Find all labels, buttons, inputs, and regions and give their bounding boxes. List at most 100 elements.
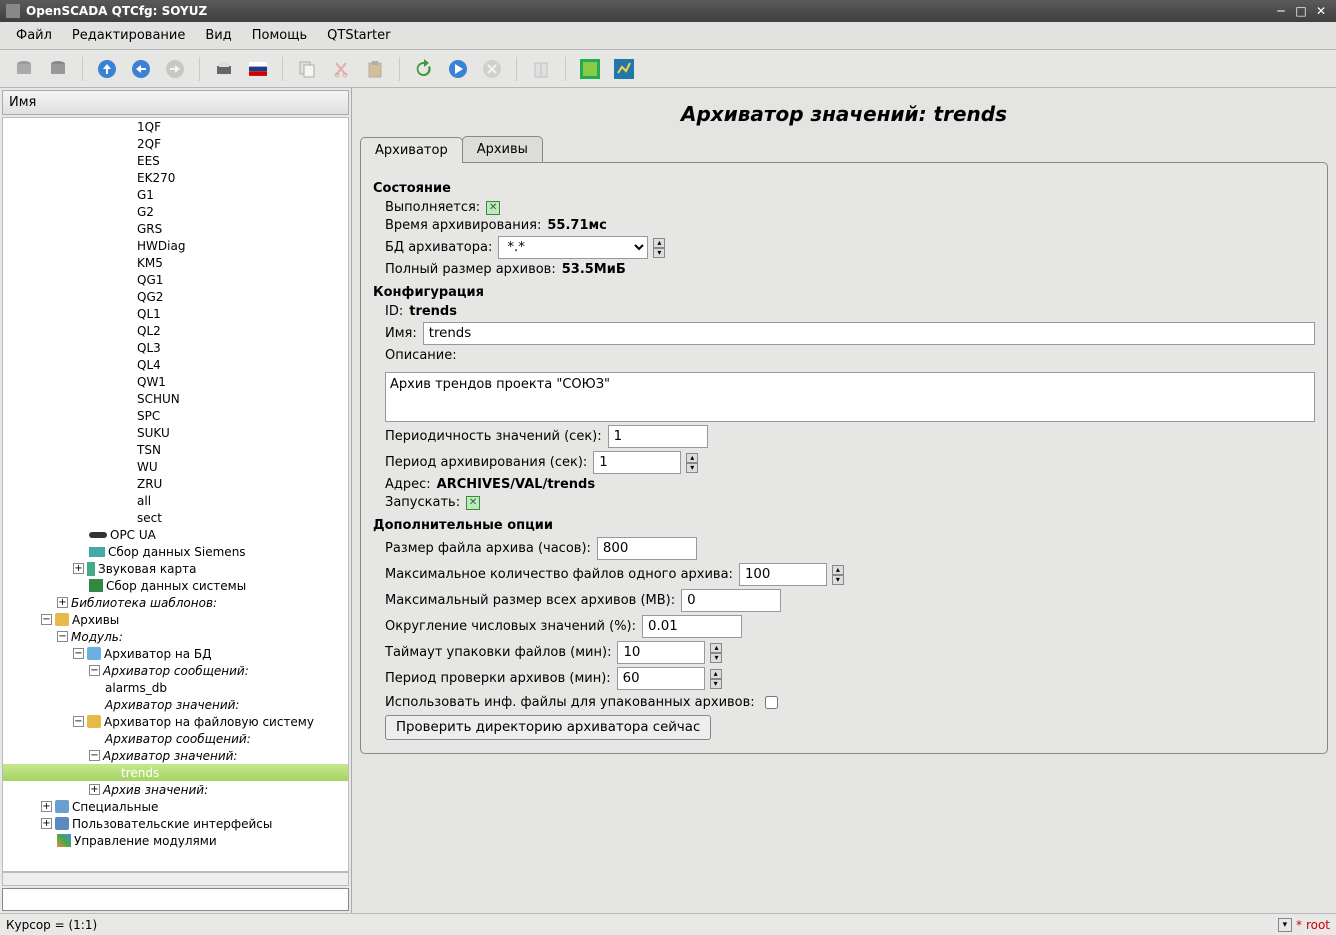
- tree-item[interactable]: GRS: [3, 220, 348, 237]
- menu-view[interactable]: Вид: [197, 25, 239, 46]
- menu-help[interactable]: Помощь: [244, 25, 315, 46]
- useinfo-checkbox[interactable]: [765, 696, 778, 709]
- pt-down[interactable]: ▾: [710, 653, 722, 663]
- tree-item[interactable]: −Архиватор значений:: [3, 747, 348, 764]
- maxfiles-input[interactable]: [739, 563, 827, 586]
- tree-item[interactable]: Архиватор сообщений:: [3, 730, 348, 747]
- tb-db2-icon[interactable]: [44, 55, 72, 83]
- start-checkbox[interactable]: ✕: [466, 496, 480, 510]
- tree-item[interactable]: Архиватор значений:: [3, 696, 348, 713]
- tree-item[interactable]: +Библиотека шаблонов:: [3, 594, 348, 611]
- tree-item[interactable]: alarms_db: [3, 679, 348, 696]
- tb-flag-icon[interactable]: [244, 55, 272, 83]
- tree-item[interactable]: HWDiag: [3, 237, 348, 254]
- menu-file[interactable]: Файл: [8, 25, 60, 46]
- menu-qtstarter[interactable]: QTStarter: [319, 25, 398, 46]
- db-up[interactable]: ▴: [653, 238, 665, 248]
- mf-up[interactable]: ▴: [832, 565, 844, 575]
- tree-item[interactable]: −Архиватор на БД: [3, 645, 348, 662]
- tree-item[interactable]: EK270: [3, 169, 348, 186]
- status-dropdown-icon[interactable]: ▾: [1278, 918, 1292, 932]
- tree-item[interactable]: QL4: [3, 356, 348, 373]
- cp-up[interactable]: ▴: [710, 669, 722, 679]
- round-input[interactable]: [642, 615, 742, 638]
- menu-edit[interactable]: Редактирование: [64, 25, 193, 46]
- cp-down[interactable]: ▾: [710, 679, 722, 689]
- tree-item[interactable]: Сбор данных Siemens: [3, 543, 348, 560]
- tree-item[interactable]: EES: [3, 152, 348, 169]
- tb-play-icon[interactable]: [444, 55, 472, 83]
- tree-item[interactable]: +Звуковая карта: [3, 560, 348, 577]
- maximize-button[interactable]: □: [1292, 4, 1310, 18]
- tree-item[interactable]: sect: [3, 509, 348, 526]
- tb-print-icon[interactable]: [210, 55, 238, 83]
- tree[interactable]: 1QF2QFEESEK270G1G2GRSHWDiagKM5QG1QG2QL1Q…: [2, 117, 349, 872]
- tree-item[interactable]: QL1: [3, 305, 348, 322]
- packtimeout-input[interactable]: [617, 641, 705, 664]
- tb-app1-icon[interactable]: [576, 55, 604, 83]
- tree-item[interactable]: QG2: [3, 288, 348, 305]
- db-down[interactable]: ▾: [653, 248, 665, 258]
- checkperiod-input[interactable]: [617, 667, 705, 690]
- packtimeout-label: Таймаут упаковки файлов (мин):: [385, 645, 611, 660]
- tree-item[interactable]: 1QF: [3, 118, 348, 135]
- tree-item[interactable]: G2: [3, 203, 348, 220]
- parch-down[interactable]: ▾: [686, 463, 698, 473]
- tb-forward-icon[interactable]: [161, 55, 189, 83]
- tree-item[interactable]: QW1: [3, 373, 348, 390]
- tab-archives[interactable]: Архивы: [462, 136, 543, 162]
- pt-up[interactable]: ▴: [710, 643, 722, 653]
- tb-cut-icon[interactable]: [327, 55, 355, 83]
- tab-archiver[interactable]: Архиватор: [360, 137, 463, 163]
- close-button[interactable]: ✕: [1312, 4, 1330, 18]
- tree-item[interactable]: −Архивы: [3, 611, 348, 628]
- tree-item[interactable]: trends: [3, 764, 348, 781]
- tree-item[interactable]: QL2: [3, 322, 348, 339]
- running-checkbox[interactable]: ✕: [486, 201, 500, 215]
- desc-textarea[interactable]: [385, 372, 1315, 422]
- tree-item[interactable]: all: [3, 492, 348, 509]
- h-scrollbar[interactable]: [2, 872, 349, 886]
- tree-item[interactable]: SUKU: [3, 424, 348, 441]
- tree-item[interactable]: Управление модулями: [3, 832, 348, 849]
- tree-item[interactable]: −Архиватор сообщений:: [3, 662, 348, 679]
- tree-item[interactable]: +Специальные: [3, 798, 348, 815]
- tb-app2-icon[interactable]: [610, 55, 638, 83]
- tb-paste-icon[interactable]: [361, 55, 389, 83]
- period-val-input[interactable]: [608, 425, 708, 448]
- mf-down[interactable]: ▾: [832, 575, 844, 585]
- name-input[interactable]: [423, 322, 1315, 345]
- tree-item[interactable]: Сбор данных системы: [3, 577, 348, 594]
- period-arch-input[interactable]: [593, 451, 681, 474]
- tree-item[interactable]: +Пользовательские интерфейсы: [3, 815, 348, 832]
- parch-up[interactable]: ▴: [686, 453, 698, 463]
- tree-item[interactable]: ZRU: [3, 475, 348, 492]
- tb-db1-icon[interactable]: [10, 55, 38, 83]
- tree-item[interactable]: QG1: [3, 271, 348, 288]
- tb-up-icon[interactable]: [93, 55, 121, 83]
- tb-refresh-icon[interactable]: [410, 55, 438, 83]
- tb-copy-icon[interactable]: [293, 55, 321, 83]
- tree-item[interactable]: WU: [3, 458, 348, 475]
- tree-item[interactable]: SPC: [3, 407, 348, 424]
- tree-search-input[interactable]: [2, 888, 349, 911]
- tree-item[interactable]: QL3: [3, 339, 348, 356]
- tb-back-icon[interactable]: [127, 55, 155, 83]
- check-dir-button[interactable]: Проверить директорию архиватора сейчас: [385, 715, 711, 740]
- tree-item[interactable]: TSN: [3, 441, 348, 458]
- tree-item[interactable]: 2QF: [3, 135, 348, 152]
- tree-item[interactable]: KM5: [3, 254, 348, 271]
- minimize-button[interactable]: ─: [1272, 4, 1290, 18]
- filesize-input[interactable]: [597, 537, 697, 560]
- tree-item[interactable]: +Архив значений:: [3, 781, 348, 798]
- tree-item[interactable]: OPC UA: [3, 526, 348, 543]
- db-select[interactable]: *.*: [498, 236, 648, 259]
- tree-item[interactable]: −Модуль:: [3, 628, 348, 645]
- tb-stop-icon[interactable]: [478, 55, 506, 83]
- tree-item[interactable]: SCHUN: [3, 390, 348, 407]
- tree-item[interactable]: G1: [3, 186, 348, 203]
- tree-header[interactable]: Имя: [2, 90, 349, 115]
- maxmb-input[interactable]: [681, 589, 781, 612]
- tree-item[interactable]: −Архиватор на файловую систему: [3, 713, 348, 730]
- tb-book-icon[interactable]: [527, 55, 555, 83]
